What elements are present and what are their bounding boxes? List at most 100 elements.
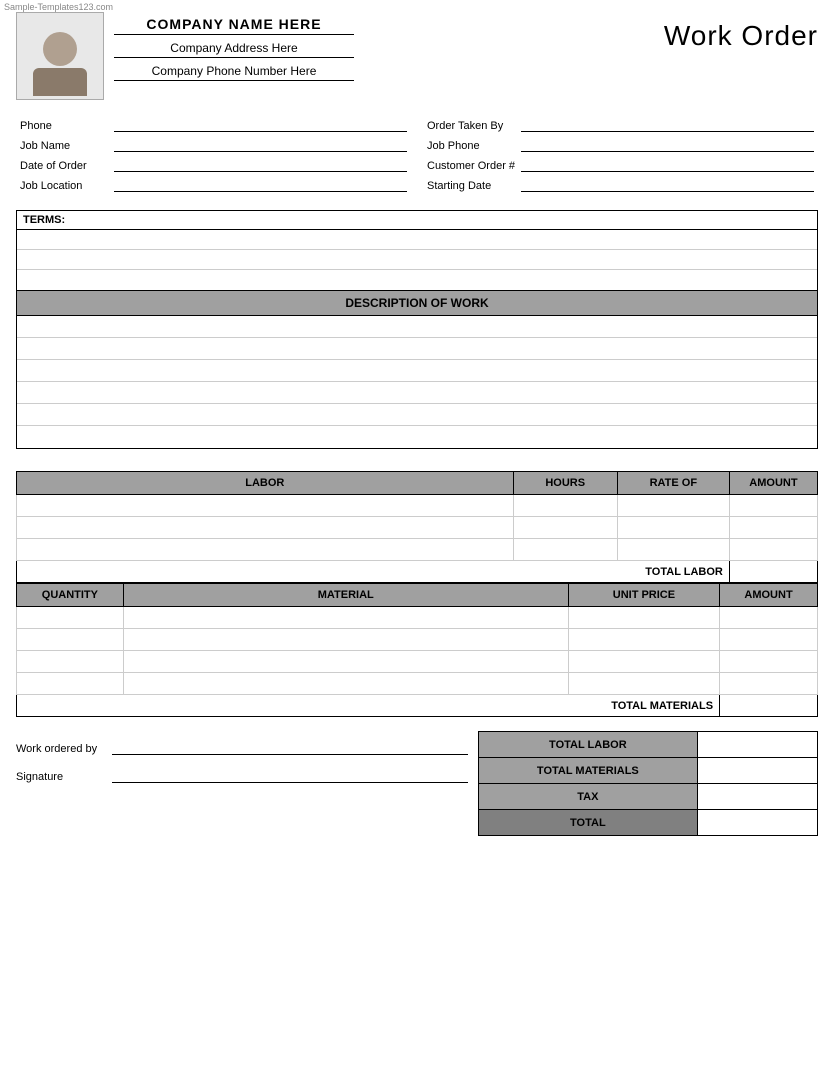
desc-row-2[interactable] <box>17 338 817 360</box>
job-location-input[interactable] <box>114 178 407 192</box>
customer-order-input[interactable] <box>521 158 814 172</box>
mat-row-1-qty[interactable] <box>17 607 124 629</box>
phone-input[interactable] <box>114 118 407 132</box>
company-logo <box>16 12 104 100</box>
terms-row-1[interactable] <box>17 230 817 250</box>
avatar-head <box>43 32 77 66</box>
mat-row-3-material[interactable] <box>123 651 568 673</box>
description-rows <box>16 316 818 449</box>
material-col-header: MATERIAL <box>123 584 568 607</box>
summary-total-value[interactable] <box>697 810 817 836</box>
work-ordered-by-input[interactable] <box>112 741 468 755</box>
avatar-body <box>33 68 87 96</box>
summary-total-label: TOTAL <box>479 810 698 836</box>
labor-total-value[interactable] <box>729 561 817 583</box>
labor-total-label: TOTAL LABOR <box>17 561 730 583</box>
signature-label: Signature <box>16 771 106 783</box>
work-ordered-by-row: Work ordered by <box>16 741 468 755</box>
watermark-text: Sample-Templates123.com <box>4 2 113 12</box>
summary-total-labor-value[interactable] <box>697 732 817 758</box>
mat-row-1-amount[interactable] <box>720 607 818 629</box>
mat-row-2-material[interactable] <box>123 629 568 651</box>
terms-row-2[interactable] <box>17 250 817 270</box>
desc-row-1[interactable] <box>17 316 817 338</box>
job-phone-input[interactable] <box>521 138 814 152</box>
terms-label: TERMS: <box>17 211 817 230</box>
labor-table: LABOR HOURS RATE OF AMOUNT <box>16 471 818 583</box>
materials-table: QUANTITY MATERIAL UNIT PRICE AMOUNT <box>16 583 818 717</box>
summary-tax-label: TAX <box>479 784 698 810</box>
mat-row-2-qty[interactable] <box>17 629 124 651</box>
description-header: DESCRIPTION OF WORK <box>16 291 818 316</box>
desc-row-4[interactable] <box>17 382 817 404</box>
mat-row-2-amount[interactable] <box>720 629 818 651</box>
labor-row <box>17 517 818 539</box>
company-phone: Company Phone Number Here <box>114 64 354 81</box>
desc-row-3[interactable] <box>17 360 817 382</box>
job-location-label: Job Location <box>20 180 110 192</box>
terms-row-3[interactable] <box>17 270 817 290</box>
header: COMPANY NAME HERE Company Address Here C… <box>16 12 818 100</box>
form-fields: Phone Order Taken By Job Name Job Phone … <box>16 118 818 192</box>
desc-row-5[interactable] <box>17 404 817 426</box>
signature-input[interactable] <box>112 769 468 783</box>
mat-row-4-amount[interactable] <box>720 673 818 695</box>
labor-row-2-hours[interactable] <box>513 517 617 539</box>
summary-total-row: TOTAL <box>479 810 818 836</box>
labor-row-2-amount[interactable] <box>729 517 817 539</box>
mat-row-4-material[interactable] <box>123 673 568 695</box>
labor-row-1-amount[interactable] <box>729 495 817 517</box>
job-name-input[interactable] <box>114 138 407 152</box>
summary-total-materials-value[interactable] <box>697 758 817 784</box>
labor-row-1-hours[interactable] <box>513 495 617 517</box>
material-row <box>17 673 818 695</box>
starting-date-input[interactable] <box>521 178 814 192</box>
mat-row-3-amount[interactable] <box>720 651 818 673</box>
labor-row-3-labor[interactable] <box>17 539 514 561</box>
signature-area: Work ordered by Signature <box>16 731 468 783</box>
labor-row-3-hours[interactable] <box>513 539 617 561</box>
summary-tax-value[interactable] <box>697 784 817 810</box>
order-taken-by-label: Order Taken By <box>427 120 517 132</box>
job-name-row: Job Name <box>20 138 407 152</box>
materials-total-row: TOTAL MATERIALS <box>17 695 818 717</box>
mat-row-4-unit-price[interactable] <box>568 673 719 695</box>
material-row <box>17 607 818 629</box>
summary-total-materials-label: TOTAL MATERIALS <box>479 758 698 784</box>
summary-total-labor-row: TOTAL LABOR <box>479 732 818 758</box>
labor-row-1-rate[interactable] <box>617 495 729 517</box>
date-of-order-input[interactable] <box>114 158 407 172</box>
company-address: Company Address Here <box>114 41 354 58</box>
mat-row-3-qty[interactable] <box>17 651 124 673</box>
amount-col-header: AMOUNT <box>720 584 818 607</box>
labor-header-row: LABOR HOURS RATE OF AMOUNT <box>17 472 818 495</box>
mat-row-1-unit-price[interactable] <box>568 607 719 629</box>
mat-row-3-unit-price[interactable] <box>568 651 719 673</box>
job-location-row: Job Location <box>20 178 407 192</box>
signature-row: Signature <box>16 769 468 783</box>
customer-order-row: Customer Order # <box>427 158 814 172</box>
mat-row-2-unit-price[interactable] <box>568 629 719 651</box>
materials-total-value[interactable] <box>720 695 818 717</box>
mat-row-4-qty[interactable] <box>17 673 124 695</box>
order-taken-by-input[interactable] <box>521 118 814 132</box>
date-of-order-label: Date of Order <box>20 160 110 172</box>
materials-header-row: QUANTITY MATERIAL UNIT PRICE AMOUNT <box>17 584 818 607</box>
company-info-section: COMPANY NAME HERE Company Address Here C… <box>16 12 354 100</box>
order-taken-by-row: Order Taken By <box>427 118 814 132</box>
phone-field-row: Phone <box>20 118 407 132</box>
terms-section: TERMS: <box>16 210 818 291</box>
summary-total-materials-row: TOTAL MATERIALS <box>479 758 818 784</box>
avatar <box>25 16 95 96</box>
labor-row-3-amount[interactable] <box>729 539 817 561</box>
material-row <box>17 651 818 673</box>
date-of-order-row: Date of Order <box>20 158 407 172</box>
mat-row-1-material[interactable] <box>123 607 568 629</box>
labor-row-2-labor[interactable] <box>17 517 514 539</box>
labor-row-1-labor[interactable] <box>17 495 514 517</box>
labor-row-2-rate[interactable] <box>617 517 729 539</box>
labor-row-3-rate[interactable] <box>617 539 729 561</box>
desc-row-6[interactable] <box>17 426 817 448</box>
hours-col-header: HOURS <box>513 472 617 495</box>
work-ordered-by-label: Work ordered by <box>16 743 106 755</box>
